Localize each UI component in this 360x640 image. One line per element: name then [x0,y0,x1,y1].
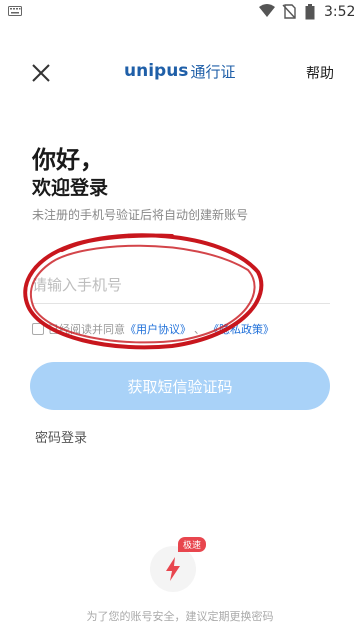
status-time: 3:52 [324,4,356,20]
keyboard-icon [8,6,22,16]
close-icon[interactable] [28,60,54,86]
unipus-logo: unipus 通行证 [124,58,235,84]
get-sms-code-button[interactable]: 获取短信验证码 [30,362,330,410]
agreement-separator: 、 [194,323,205,336]
no-sim-icon [282,4,296,19]
logo-brand-cn: 通行证 [190,62,236,81]
user-agreement-link[interactable]: 《用户协议》 [125,321,191,337]
greeting-title: 你好， [32,146,104,174]
security-tip: 为了您的账号安全，建议定期更换密码 [86,610,274,623]
privacy-policy-link[interactable]: 《隐私政策》 [208,321,274,337]
status-bar: 3:52 [0,0,360,24]
register-notice: 未注册的手机号验证后将自动创建新账号 [32,208,249,222]
lightning-icon [166,557,180,581]
help-link[interactable]: 帮助 [306,63,334,83]
agreement-checkbox[interactable] [32,323,44,335]
fast-login-button[interactable] [150,546,196,592]
password-login-link[interactable]: 密码登录 [35,427,87,446]
wifi-icon [259,4,275,17]
phone-input[interactable] [32,266,330,304]
battery-icon [305,4,315,20]
welcome-title: 欢迎登录 [32,177,109,199]
agreement-prefix: 已经阅读并同意 [48,323,125,336]
agreement-row: 已经阅读并同意 《用户协议》 、 《隐私政策》 [32,320,274,338]
speed-tag-badge: 极速 [178,537,207,552]
logo-brand-text: unipus [124,61,189,81]
